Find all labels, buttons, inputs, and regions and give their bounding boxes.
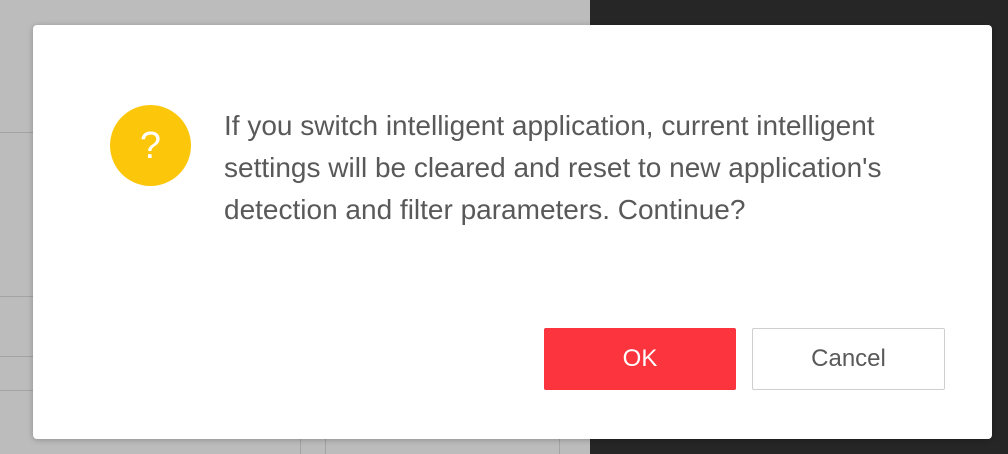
- dialog-message: If you switch intelligent application, c…: [224, 110, 882, 225]
- confirm-dialog: ? If you switch intelligent application,…: [33, 25, 992, 439]
- cancel-button[interactable]: Cancel: [752, 328, 945, 390]
- background-grid-line: [300, 439, 301, 454]
- question-icon-glyph: ?: [139, 124, 162, 167]
- background-grid-line: [0, 356, 33, 357]
- background-grid-line: [0, 296, 33, 297]
- ok-button[interactable]: OK: [544, 328, 736, 390]
- screen: ? If you switch intelligent application,…: [0, 0, 1008, 454]
- background-grid-line: [559, 439, 560, 454]
- question-icon: ?: [110, 105, 191, 186]
- background-grid-line: [0, 390, 33, 391]
- background-grid-line: [325, 439, 326, 454]
- background-grid-line: [0, 132, 33, 133]
